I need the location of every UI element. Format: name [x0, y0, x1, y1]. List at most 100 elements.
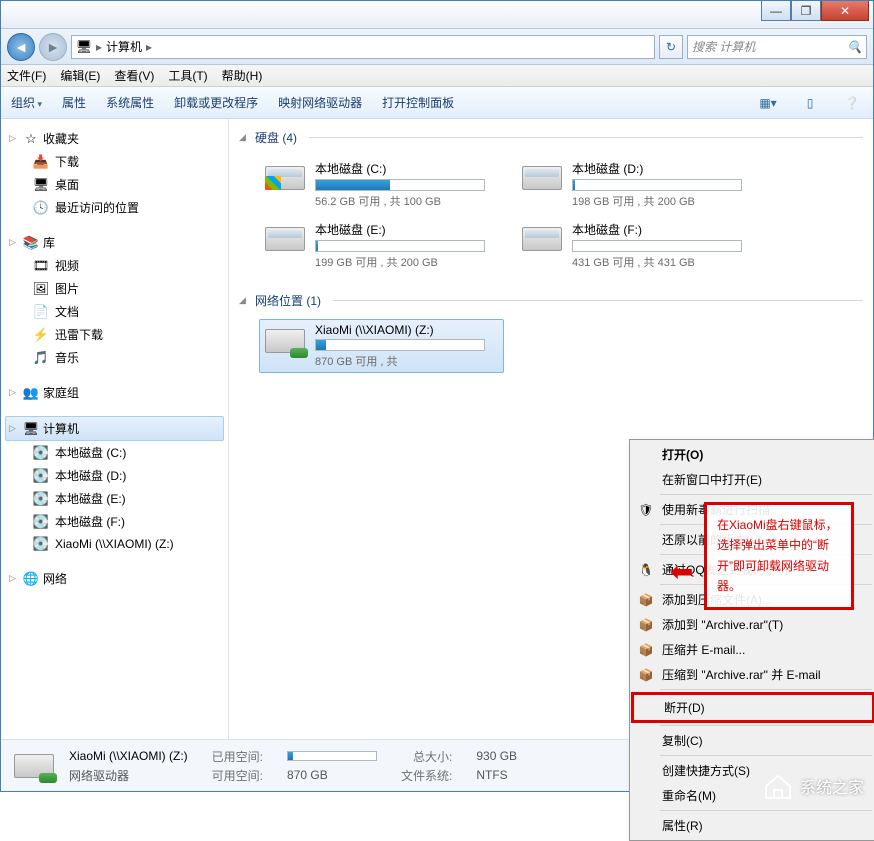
- shield-icon: 🛡: [638, 502, 654, 518]
- forward-button[interactable]: ►: [39, 33, 67, 61]
- document-icon: 📄: [33, 304, 49, 320]
- annotation-box: 在XiaoMi盘右键鼠标，选择弹出菜单中的“断开”即可卸载网络驱动器。: [704, 502, 854, 610]
- breadcrumb[interactable]: 计算机: [106, 38, 142, 55]
- nav-thunder[interactable]: ⚡迅雷下载: [5, 323, 224, 346]
- drive-bar: [315, 240, 485, 252]
- organize-button[interactable]: 组织: [11, 94, 42, 111]
- nav-videos[interactable]: 🎞视频: [5, 254, 224, 277]
- ctx-copy[interactable]: 复制(C): [632, 728, 874, 753]
- drive-item[interactable]: 本地磁盘 (E:) 199 GB 可用 , 共 200 GB: [259, 217, 504, 274]
- status-drive-icon: [9, 746, 59, 786]
- titlebar: — ❐ ✕: [1, 1, 873, 29]
- ctx-disconnect[interactable]: 断开(D): [631, 692, 874, 723]
- status-free-label: 可用空间:: [212, 767, 263, 784]
- nav-libraries[interactable]: ▷📚库: [5, 231, 224, 254]
- drive-bar: [572, 240, 742, 252]
- nav-homegroup[interactable]: ▷👥家庭组: [5, 381, 224, 404]
- drive-item[interactable]: XiaoMi (\\XIAOMI) (Z:) 870 GB 可用 , 共: [259, 319, 504, 373]
- search-icon: 🔍: [847, 40, 862, 54]
- annotation-arrow: ⬅: [670, 555, 693, 588]
- group-network[interactable]: ◢网络位置 (1): [239, 288, 863, 313]
- properties-button[interactable]: 属性: [62, 94, 86, 111]
- nav-drive-e[interactable]: 💽本地磁盘 (E:): [5, 487, 224, 510]
- toolbar: 组织 属性 系统属性 卸载或更改程序 映射网络驱动器 打开控制面板 ▦▾ ▯ ❔: [1, 87, 873, 119]
- sidebar: ▷☆收藏夹 📥下载 🖥桌面 🕓最近访问的位置 ▷📚库 🎞视频 🖼图片 📄文档 ⚡…: [1, 119, 229, 739]
- nav-drive-z[interactable]: 💽XiaoMi (\\XIAOMI) (Z:): [5, 533, 224, 555]
- nav-drive-c[interactable]: 💽本地磁盘 (C:): [5, 441, 224, 464]
- drive-icon: 💽: [33, 445, 49, 461]
- picture-icon: 🖼: [33, 281, 49, 297]
- status-free: 870 GB: [287, 768, 377, 782]
- menu-edit[interactable]: 编辑(E): [60, 67, 100, 84]
- video-icon: 🎞: [33, 258, 49, 274]
- nav-downloads[interactable]: 📥下载: [5, 150, 224, 173]
- preview-pane-button[interactable]: ▯: [799, 92, 821, 114]
- drive-stat: 199 GB 可用 , 共 200 GB: [315, 254, 500, 270]
- ctx-zipmail[interactable]: 📦压缩并 E-mail...: [632, 637, 874, 662]
- menu-file[interactable]: 文件(F): [7, 67, 46, 84]
- minimize-button[interactable]: —: [761, 1, 791, 21]
- drive-name: 本地磁盘 (C:): [315, 160, 500, 177]
- drive-item[interactable]: 本地磁盘 (F:) 431 GB 可用 , 共 431 GB: [516, 217, 761, 274]
- archive-icon: 📦: [638, 667, 654, 683]
- ctx-open[interactable]: 打开(O): [632, 442, 874, 467]
- help-button[interactable]: ❔: [841, 92, 863, 114]
- menu-tools[interactable]: 工具(T): [168, 67, 207, 84]
- ctx-newwindow[interactable]: 在新窗口中打开(E): [632, 467, 874, 492]
- ctx-addrar[interactable]: 📦添加到 "Archive.rar"(T): [632, 612, 874, 637]
- collapse-icon: ◢: [239, 132, 249, 143]
- view-options-button[interactable]: ▦▾: [757, 92, 779, 114]
- thunder-icon: ⚡: [33, 327, 49, 343]
- status-used-label: 已用空间:: [212, 748, 263, 765]
- search-input[interactable]: 搜索 计算机 🔍: [687, 35, 867, 59]
- drive-name: 本地磁盘 (E:): [315, 221, 500, 238]
- nav-drive-d[interactable]: 💽本地磁盘 (D:): [5, 464, 224, 487]
- back-button[interactable]: ◄: [7, 33, 35, 61]
- desktop-icon: 🖥: [33, 177, 49, 193]
- nav-network[interactable]: ▷🌐网络: [5, 567, 224, 590]
- maximize-button[interactable]: ❐: [791, 1, 821, 21]
- qq-icon: 🐧: [638, 562, 654, 578]
- drive-name: 本地磁盘 (F:): [572, 221, 757, 238]
- drive-bar: [315, 179, 485, 191]
- drive-icon: 💽: [33, 468, 49, 484]
- status-fs-label: 文件系统:: [401, 767, 452, 784]
- ctx-properties[interactable]: 属性(R): [632, 813, 874, 838]
- ctrlpanel-button[interactable]: 打开控制面板: [382, 94, 454, 111]
- network-icon: 🌐: [23, 571, 39, 587]
- nav-favorites[interactable]: ▷☆收藏夹: [5, 127, 224, 150]
- nav-computer[interactable]: ▷🖥计算机: [5, 416, 224, 441]
- drive-icon: [263, 160, 307, 196]
- group-hdd[interactable]: ◢硬盘 (4): [239, 125, 863, 150]
- ctx-zipmailrar[interactable]: 📦压缩到 "Archive.rar" 并 E-mail: [632, 662, 874, 687]
- drive-bar: [315, 339, 485, 351]
- menubar: 文件(F) 编辑(E) 查看(V) 工具(T) 帮助(H): [1, 65, 873, 87]
- menu-help[interactable]: 帮助(H): [222, 67, 263, 84]
- nav-drive-f[interactable]: 💽本地磁盘 (F:): [5, 510, 224, 533]
- archive-icon: 📦: [638, 592, 654, 608]
- mapnet-button[interactable]: 映射网络驱动器: [278, 94, 362, 111]
- breadcrumb-sep: ▸: [96, 40, 102, 54]
- menu-view[interactable]: 查看(V): [114, 67, 154, 84]
- sysprops-button[interactable]: 系统属性: [106, 94, 154, 111]
- nav-pictures[interactable]: 🖼图片: [5, 277, 224, 300]
- house-icon: [762, 772, 794, 800]
- drive-stat: 56.2 GB 可用 , 共 100 GB: [315, 193, 500, 209]
- drive-item[interactable]: 本地磁盘 (C:) 56.2 GB 可用 , 共 100 GB: [259, 156, 504, 213]
- drive-icon: 💽: [33, 514, 49, 530]
- nav-desktop[interactable]: 🖥桌面: [5, 173, 224, 196]
- nav-documents[interactable]: 📄文档: [5, 300, 224, 323]
- computer-icon: 🖥: [76, 39, 92, 55]
- close-button[interactable]: ✕: [821, 1, 869, 21]
- nav-music[interactable]: 🎵音乐: [5, 346, 224, 369]
- refresh-button[interactable]: ↻: [659, 35, 683, 59]
- address-bar[interactable]: 🖥 ▸ 计算机 ▸: [71, 35, 655, 59]
- archive-icon: 📦: [638, 617, 654, 633]
- netdrive-icon: 💽: [33, 536, 49, 552]
- drive-icon: 💽: [33, 491, 49, 507]
- drive-item[interactable]: 本地磁盘 (D:) 198 GB 可用 , 共 200 GB: [516, 156, 761, 213]
- content-pane: ◢硬盘 (4) 本地磁盘 (C:) 56.2 GB 可用 , 共 100 GB …: [229, 119, 873, 739]
- download-icon: 📥: [33, 154, 49, 170]
- nav-recent[interactable]: 🕓最近访问的位置: [5, 196, 224, 219]
- uninstall-button[interactable]: 卸载或更改程序: [174, 94, 258, 111]
